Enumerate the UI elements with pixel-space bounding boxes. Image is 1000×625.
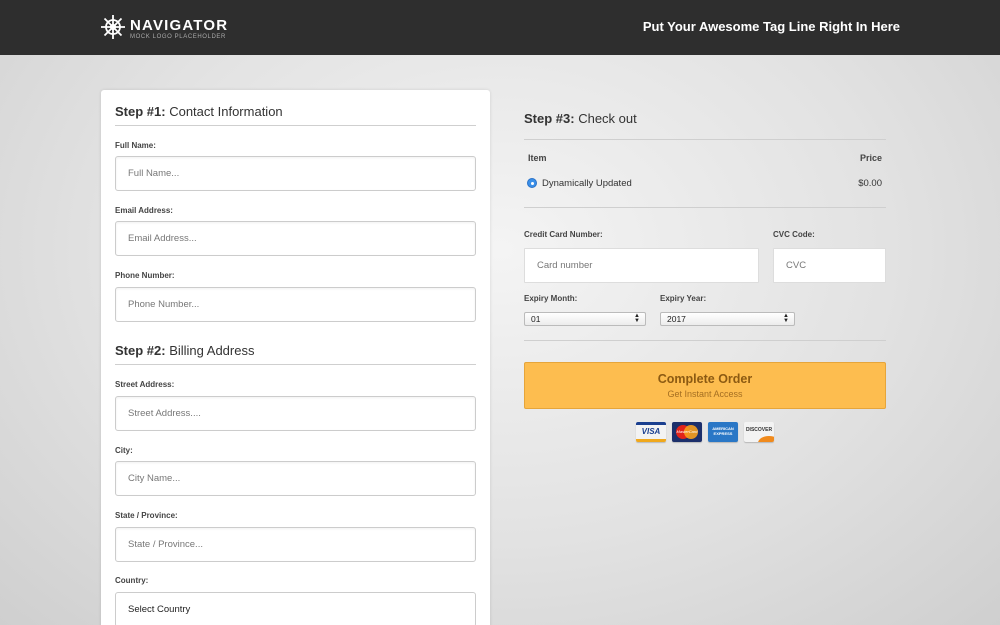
mastercard-text: MasterCard <box>676 429 698 434</box>
logo-subtitle: MOCK LOGO PLACEHOLDER <box>130 34 226 40</box>
item-name: Dynamically Updated <box>542 178 632 189</box>
expiry-month-value: 01 <box>531 314 541 324</box>
discover-icon: DISCOVER <box>744 422 774 442</box>
card-number-input[interactable] <box>524 248 759 283</box>
step1-heading: Step #1: Contact Information <box>115 104 283 119</box>
full-name-input[interactable] <box>115 156 476 191</box>
item-radio[interactable] <box>527 178 537 188</box>
cvc-label: CVC Code: <box>773 230 815 239</box>
site-header: NAVIGATOR MOCK LOGO PLACEHOLDER Put Your… <box>0 0 1000 55</box>
complete-order-subtitle: Get Instant Access <box>667 389 743 399</box>
ship-wheel-icon <box>100 14 126 45</box>
divider <box>115 125 476 126</box>
full-name-label: Full Name: <box>115 141 156 150</box>
price-column-header: Price <box>859 153 882 163</box>
state-input[interactable] <box>115 527 476 562</box>
country-select[interactable]: Select Country <box>115 592 476 625</box>
step2-prefix: Step #2: <box>115 343 166 358</box>
select-arrows-icon: ▲ ▼ <box>783 313 789 324</box>
logo-name: NAVIGATOR <box>130 17 229 34</box>
payment-card-logos: VISA MasterCard AMERICAN EXPRESS DISCOVE… <box>636 422 780 442</box>
divider <box>115 364 476 365</box>
item-price: $0.00 <box>858 178 882 189</box>
card-number-label: Credit Card Number: <box>524 230 603 239</box>
phone-input[interactable] <box>115 287 476 322</box>
step1-prefix: Step #1: <box>115 104 166 119</box>
mastercard-icon: MasterCard <box>672 422 702 442</box>
step1-title: Contact Information <box>169 104 283 119</box>
expiry-year-select[interactable]: 2017 ▲ ▼ <box>660 312 795 326</box>
amex-icon: AMERICAN EXPRESS <box>708 422 738 442</box>
street-label: Street Address: <box>115 380 175 389</box>
step3-prefix: Step #3: <box>524 111 575 126</box>
expiry-month-label: Expiry Month: <box>524 294 578 303</box>
step2-heading: Step #2: Billing Address <box>115 343 254 358</box>
tagline: Put Your Awesome Tag Line Right In Here <box>642 19 900 34</box>
state-label: State / Province: <box>115 511 178 520</box>
expiry-year-label: Expiry Year: <box>660 294 707 303</box>
divider <box>524 139 886 140</box>
divider <box>524 207 886 208</box>
phone-label: Phone Number: <box>115 271 175 280</box>
step3-heading: Step #3: Check out <box>524 111 637 126</box>
city-label: City: <box>115 446 133 455</box>
cvc-input[interactable] <box>773 248 886 283</box>
logo[interactable]: NAVIGATOR MOCK LOGO PLACEHOLDER <box>100 14 228 45</box>
item-column-header: Item <box>528 153 547 163</box>
step2-title: Billing Address <box>169 343 255 358</box>
amex-text: AMERICAN EXPRESS <box>712 426 734 436</box>
country-label: Country: <box>115 576 149 585</box>
select-arrows-icon: ▲ ▼ <box>634 313 640 324</box>
step3-title: Check out <box>578 111 637 126</box>
street-input[interactable] <box>115 396 476 431</box>
complete-order-label: Complete Order <box>657 372 753 386</box>
contact-billing-card: Step #1: Contact Information Full Name: … <box>101 90 490 625</box>
visa-icon: VISA <box>636 422 666 442</box>
expiry-year-value: 2017 <box>667 314 686 324</box>
visa-text: VISA <box>641 427 661 436</box>
discover-text: DISCOVER <box>745 427 773 433</box>
email-label: Email Address: <box>115 206 173 215</box>
email-input[interactable] <box>115 221 476 256</box>
expiry-month-select[interactable]: 01 ▲ ▼ <box>524 312 646 326</box>
city-input[interactable] <box>115 461 476 496</box>
divider <box>524 340 886 341</box>
complete-order-button[interactable]: Complete Order Get Instant Access <box>524 362 886 409</box>
